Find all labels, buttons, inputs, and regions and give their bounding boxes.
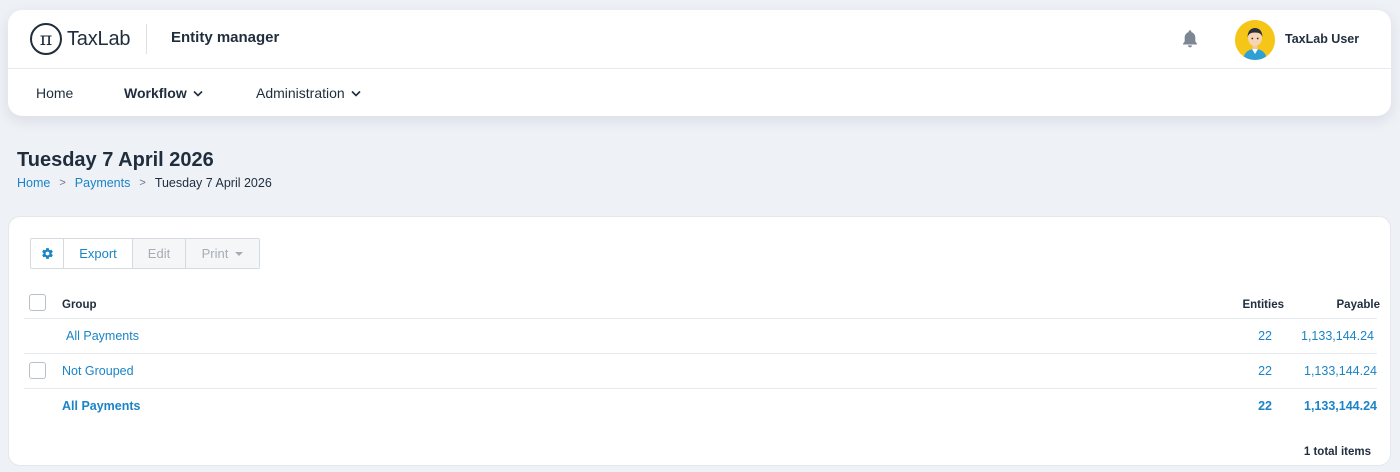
main-nav: Home Workflow Administration — [8, 70, 1391, 116]
page-title: Tuesday 7 April 2026 — [17, 149, 214, 171]
header: π TaxLab Entity manager TaxLab User Home… — [8, 10, 1391, 116]
toolbar: Export Edit Print — [30, 238, 260, 269]
nav-item-workflow[interactable]: Workflow — [124, 85, 203, 101]
gear-icon — [41, 248, 53, 259]
table-header-row: Group Entities Payable — [24, 289, 1380, 319]
breadcrumb-current: Tuesday 7 April 2026 — [154, 176, 272, 190]
nav-item-home[interactable]: Home — [36, 85, 73, 101]
groups-table: Group Entities Payable All Payments 22 1… — [24, 289, 1380, 424]
table-row: Not Grouped 22 1,133,144.24 — [24, 354, 1377, 389]
logo-text: TaxLab — [67, 27, 131, 50]
edit-button[interactable]: Edit — [133, 239, 186, 268]
breadcrumb-separator: > — [59, 177, 66, 189]
entities-count[interactable]: 22 — [1258, 364, 1272, 378]
nav-item-administration[interactable]: Administration — [256, 85, 361, 101]
user-name[interactable]: TaxLab User — [1285, 32, 1359, 46]
export-button[interactable]: Export — [64, 239, 133, 268]
table-total-row: All Payments 22 1,133,144.24 — [24, 389, 1377, 424]
caret-down-icon — [235, 251, 244, 256]
logo[interactable]: π TaxLab — [30, 23, 130, 55]
breadcrumb-separator: > — [139, 177, 146, 189]
divider — [146, 24, 147, 54]
payable-total[interactable]: 1,133,144.24 — [1304, 399, 1377, 413]
group-link[interactable]: Not Grouped — [62, 364, 134, 378]
chevron-down-icon — [193, 90, 203, 97]
bell-icon[interactable] — [1179, 28, 1201, 50]
row-checkbox[interactable] — [29, 362, 46, 379]
user-avatar-icon — [1235, 20, 1275, 60]
payable-amount[interactable]: 1,133,144.24 — [1304, 364, 1377, 378]
payable-amount[interactable]: 1,133,144.24 — [1301, 329, 1374, 343]
print-label: Print — [201, 246, 229, 261]
entities-total[interactable]: 22 — [1258, 399, 1272, 413]
app-title: Entity manager — [171, 29, 280, 46]
select-all-checkbox[interactable] — [29, 294, 46, 311]
group-link[interactable]: All Payments — [66, 329, 139, 343]
column-header-entities[interactable]: Entities — [1242, 299, 1284, 311]
column-header-payable[interactable]: Payable — [1337, 299, 1380, 311]
breadcrumb-home[interactable]: Home — [17, 176, 50, 190]
breadcrumb-payments[interactable]: Payments — [75, 176, 131, 190]
nav-item-label: Home — [36, 85, 74, 101]
top-bar: π TaxLab Entity manager TaxLab User — [8, 10, 1391, 69]
group-total-link[interactable]: All Payments — [62, 399, 141, 413]
entities-count[interactable]: 22 — [1258, 329, 1272, 343]
settings-button[interactable] — [31, 239, 64, 268]
content-card: Export Edit Print Group Entities Payable… — [8, 216, 1391, 466]
pi-logo-icon: π — [30, 23, 62, 55]
avatar[interactable] — [1235, 20, 1275, 60]
print-button[interactable]: Print — [186, 239, 259, 268]
table-row: All Payments 22 1,133,144.24 — [24, 319, 1377, 354]
column-header-group[interactable]: Group — [62, 299, 97, 311]
chevron-down-icon — [351, 90, 361, 97]
breadcrumb: Home > Payments > Tuesday 7 April 2026 — [17, 176, 272, 190]
nav-item-label: Workflow — [124, 85, 187, 101]
nav-item-label: Administration — [256, 85, 345, 101]
total-items-count: 1 total items — [1303, 446, 1371, 458]
